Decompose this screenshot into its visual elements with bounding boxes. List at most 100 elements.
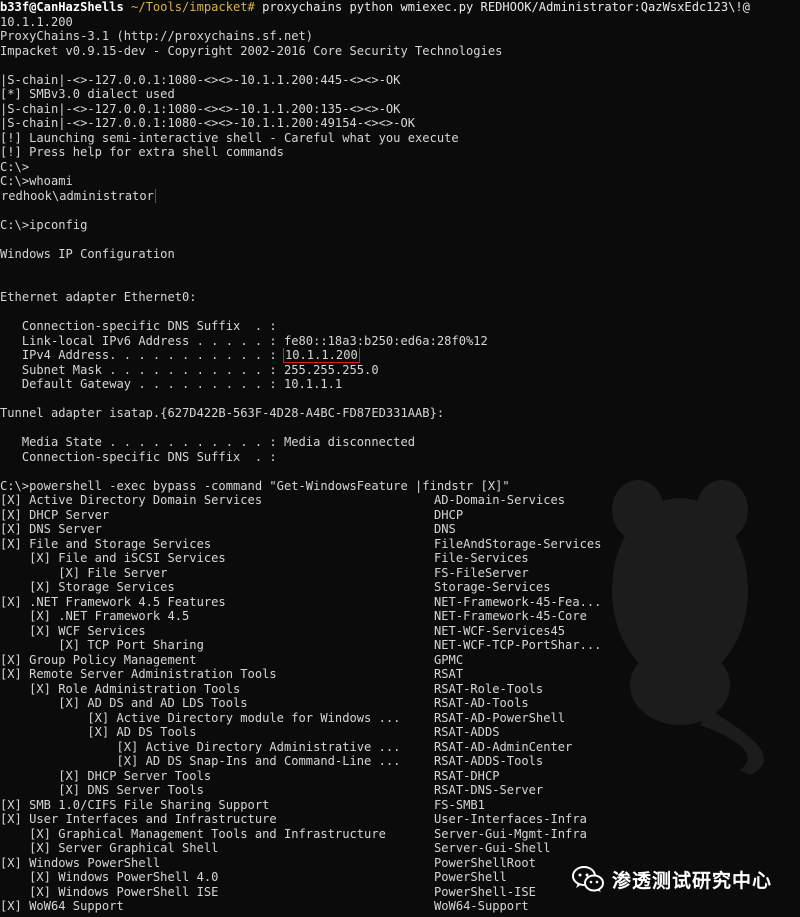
feature-name: FileAndStorage-Services: [434, 536, 602, 551]
terminal-line: [X] Group Policy Management GPMC: [0, 653, 800, 668]
line-text: [X] Server Graphical Shell: [0, 841, 219, 855]
line-text: Default Gateway . . . . . . . . . : 10.1…: [0, 377, 343, 391]
feature-name: PowerShell-ISE: [434, 884, 536, 899]
terminal-line: [X] Storage Services Storage-Services: [0, 580, 800, 595]
line-text: Windows IP Configuration: [0, 246, 175, 261]
line-text: [X] Windows PowerShell ISE: [0, 884, 219, 899]
line-text: [X] Active Directory module for Windows …: [0, 710, 401, 725]
terminal-line: Tunnel adapter isatap.{627D422B-563F-4D2…: [0, 406, 800, 421]
line-text: [X] Group Policy Management: [0, 652, 197, 667]
terminal-output: 10.1.1.200 ProxyChains-3.1 (http://proxyc…: [0, 15, 800, 914]
line-text: [X] Remote Server Administration Tools: [0, 667, 277, 681]
terminal-line: Default Gateway . . . . . . . . . : 10.1…: [0, 377, 800, 392]
line-text: [*] SMBv3.0 dialect used: [0, 87, 175, 101]
line-text: [X] DNS Server: [0, 522, 102, 536]
line-text: [X] Graphical Management Tools and Infra…: [0, 826, 386, 841]
line-text: Connection-specific DNS Suffix . :: [0, 319, 277, 333]
terminal-line: C:\>: [0, 160, 800, 175]
line-text: [X] File Server: [0, 565, 168, 580]
line-text: |S-chain|-<>-127.0.0.1:1080-<><>-10.1.1.…: [0, 72, 401, 87]
line-text: ProxyChains-3.1 (http://proxychains.sf.n…: [0, 29, 314, 43]
feature-name: FS-SMB1: [434, 797, 485, 812]
line-text: IPv4 Address. . . . . . . . . . . :: [0, 348, 284, 362]
line-text: Subnet Mask . . . . . . . . . . . : 255.…: [0, 362, 379, 377]
terminal-line: ProxyChains-3.1 (http://proxychains.sf.n…: [0, 29, 800, 44]
line-text: [X] Storage Services: [0, 580, 175, 594]
terminal-window[interactable]: b33f@CanHazShells ~/Tools/impacket# prox…: [0, 0, 800, 917]
line-text: [X] WoW64 Support: [0, 899, 124, 913]
line-text: Impacket v0.9.15-dev - Copyright 2002-20…: [0, 43, 503, 58]
prompt-user: b33f@CanHazShells: [0, 0, 124, 14]
terminal-line: [!] Launching semi-interactive shell - C…: [0, 131, 800, 146]
line-text: [X] Role Administration Tools: [0, 681, 241, 696]
terminal-line: [X] DHCP Server Tools RSAT-DHCP: [0, 769, 800, 784]
feature-name: RSAT-ADDS-Tools: [434, 754, 544, 768]
feature-name: User-Interfaces-Infra: [434, 812, 587, 826]
line-text: [!] Launching semi-interactive shell - C…: [0, 130, 459, 145]
terminal-line: Media State . . . . . . . . . . . : Medi…: [0, 435, 800, 450]
terminal-line: Link-local IPv6 Address . . . . . : fe80…: [0, 334, 800, 349]
terminal-line: [X] AD DS and AD LDS Tools RSAT-AD-Tools: [0, 696, 800, 711]
feature-name: NET-Framework-45-Fea...: [434, 594, 602, 609]
terminal-line: [X] File Server FS-FileServer: [0, 566, 800, 581]
wechat-watermark: 渗透测试研究中心: [571, 865, 772, 893]
feature-name: RSAT: [434, 667, 464, 681]
terminal-line: [X] User Interfaces and Infrastructure Us…: [0, 812, 800, 827]
line-text: [X] File and Storage Services: [0, 536, 212, 551]
feature-name: RSAT-AD-PowerShell: [434, 710, 566, 725]
terminal-line: [*] SMBv3.0 dialect used: [0, 87, 800, 102]
line-text: [X] DHCP Server: [0, 507, 110, 522]
feature-name: PowerShellRoot: [434, 855, 536, 870]
line-text: C:\>: [0, 159, 30, 174]
terminal-line: 10.1.1.200: [0, 15, 800, 30]
line-text: [X] Windows PowerShell: [0, 855, 161, 870]
terminal-line: Connection-specific DNS Suffix . :: [0, 450, 800, 465]
line-text: [X] Active Directory Domain Services: [0, 493, 263, 507]
line-text: C:\>ipconfig: [0, 217, 88, 232]
terminal-line: |S-chain|-<>-127.0.0.1:1080-<><>-10.1.1.…: [0, 116, 800, 131]
terminal-line: C:\>whoami: [0, 174, 800, 189]
feature-name: Server-Gui-Mgmt-Infra: [434, 826, 587, 841]
line-text: [X] Windows PowerShell 4.0: [0, 870, 219, 884]
terminal-line: [X] Server Graphical Shell Server-Gui-She…: [0, 841, 800, 856]
line-text: Media State . . . . . . . . . . . : Medi…: [0, 435, 416, 449]
line-text: [X] File and iSCSI Services: [0, 551, 226, 565]
prompt-command: proxychains python wmiexec.py REDHOOK/Ad…: [254, 0, 750, 14]
line-text: [X] WCF Services: [0, 623, 146, 638]
terminal-line: [X] SMB 1.0/CIFS File Sharing Support FS-…: [0, 798, 800, 813]
terminal-line: [X] DNS Server Tools RSAT-DNS-Server: [0, 783, 800, 798]
line-text: [X] SMB 1.0/CIFS File Sharing Support: [0, 797, 270, 812]
feature-name: NET-Framework-45-Core: [434, 609, 587, 623]
terminal-line: [X] WCF Services NET-WCF-Services45: [0, 624, 800, 639]
feature-name: File-Services: [434, 551, 529, 565]
line-text: C:\>whoami: [0, 174, 73, 188]
line-text: Connection-specific DNS Suffix . :: [0, 449, 277, 464]
terminal-line: [X] DNS Server DNS: [0, 522, 800, 537]
line-text: [X] AD DS Tools: [0, 725, 197, 739]
terminal-line: Windows IP Configuration: [0, 247, 800, 262]
terminal-line: Connection-specific DNS Suffix . :: [0, 319, 800, 334]
line-text: [X] TCP Port Sharing: [0, 638, 204, 652]
feature-name: FS-FileServer: [434, 565, 529, 580]
watermark-text: 渗透测试研究中心: [611, 869, 772, 892]
terminal-line: [X] TCP Port Sharing NET-WCF-TCP-PortShar…: [0, 638, 800, 653]
terminal-line: [X] File and iSCSI Services File-Services: [0, 551, 800, 566]
prompt-line: b33f@CanHazShells ~/Tools/impacket# prox…: [0, 0, 800, 15]
feature-name: GPMC: [434, 652, 464, 667]
terminal-line: Impacket v0.9.15-dev - Copyright 2002-20…: [0, 44, 800, 59]
feature-name: RSAT-AD-Tools: [434, 696, 529, 710]
terminal-line: [X] File and Storage Services FileAndStor…: [0, 537, 800, 552]
line-text: |S-chain|-<>-127.0.0.1:1080-<><>-10.1.1.…: [0, 116, 416, 130]
line-text: |S-chain|-<>-127.0.0.1:1080-<><>-10.1.1.…: [0, 101, 401, 116]
feature-name: RSAT-DHCP: [434, 768, 500, 783]
line-text: Ethernet adapter Ethernet0:: [0, 290, 197, 304]
feature-name: RSAT-ADDS: [434, 725, 500, 739]
line-text: [X] User Interfaces and Infrastructure: [0, 812, 277, 826]
